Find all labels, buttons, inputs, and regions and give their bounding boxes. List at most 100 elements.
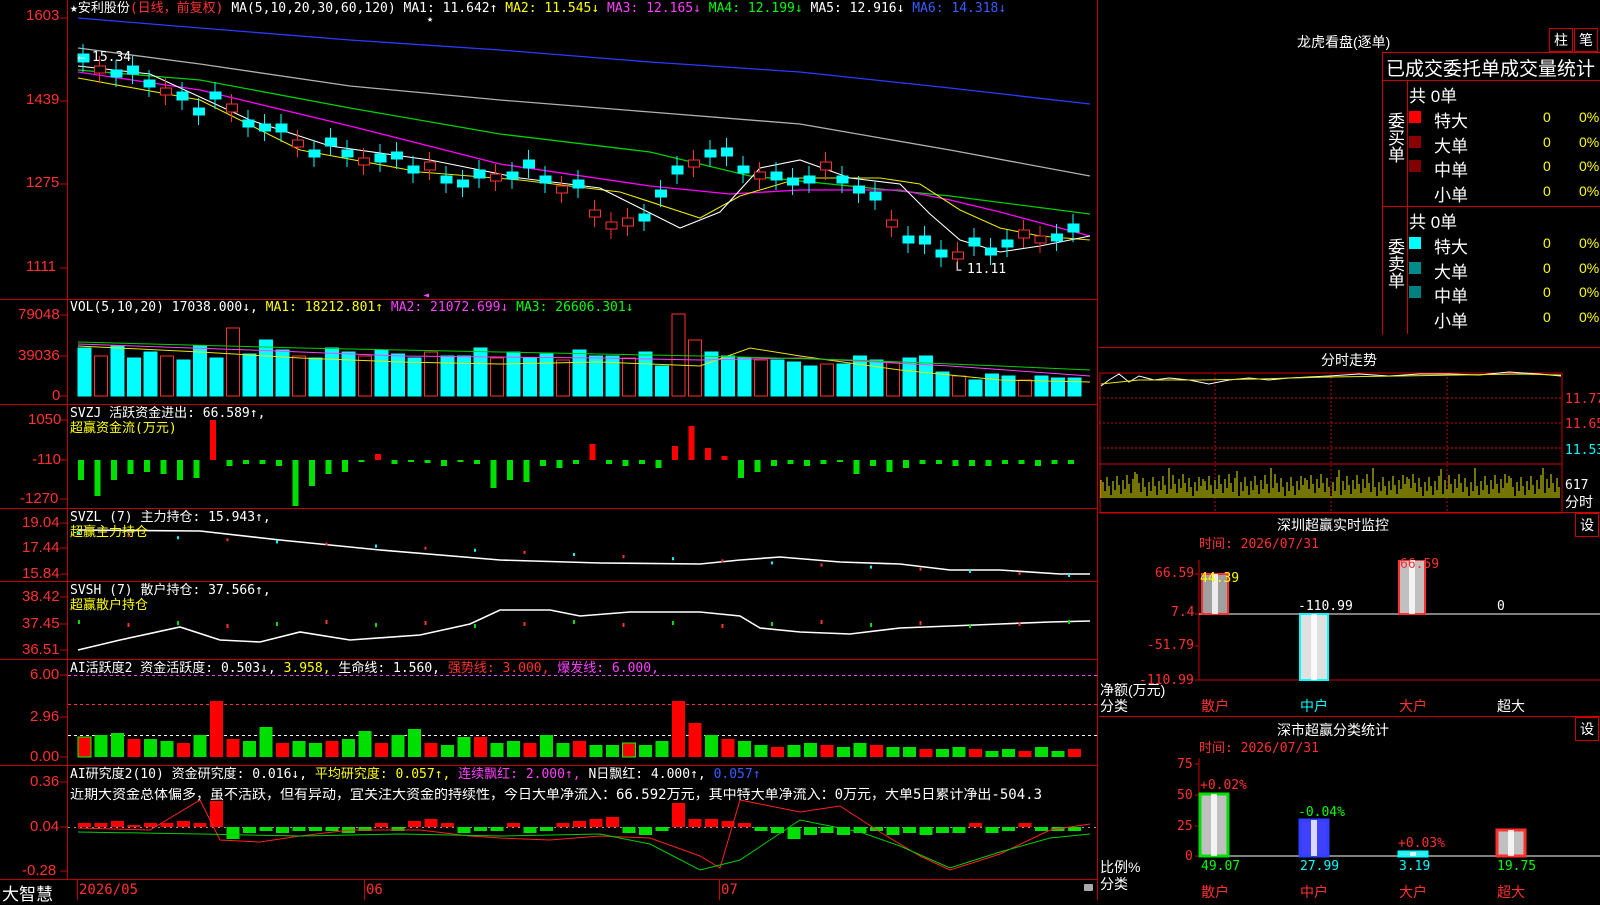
retail-marker	[424, 621, 427, 625]
brand-label[interactable]: 大智慧	[2, 880, 53, 905]
activity-bar	[606, 745, 619, 757]
fund-flow-bar	[309, 460, 315, 486]
candle	[143, 79, 156, 88]
fund-flow-bar	[210, 420, 216, 460]
research-bar	[936, 827, 949, 833]
research-bar	[424, 819, 438, 827]
date-label-1: 2026/05	[79, 882, 139, 898]
high-annotation: 15.34	[92, 50, 132, 65]
stock-name[interactable]: ★安利股份	[70, 1, 130, 16]
vol-axis-2: 39036	[18, 347, 60, 364]
ai-active-header: AI活跃度2 资金活跃度: 0.503↓, 3.958, 生命线: 1.560,…	[70, 661, 659, 676]
tab-tick[interactable]: 笔	[1574, 28, 1598, 52]
svzl-axis-1: 19.04	[22, 514, 60, 531]
svg-text:←: ←	[77, 50, 85, 66]
candle	[935, 249, 948, 258]
row-name: 特大	[1434, 238, 1468, 257]
candle	[803, 175, 816, 184]
order-row: 中单 0 0%	[1409, 156, 1599, 180]
research-bar	[507, 823, 520, 827]
activity-bar	[144, 739, 157, 757]
tab-bar[interactable]: 柱	[1549, 28, 1573, 52]
research-bar	[474, 827, 487, 831]
fund-flow-bar	[985, 460, 992, 466]
fund-flow-bar	[490, 460, 497, 488]
volume-bar	[1067, 377, 1082, 397]
volume-bar	[968, 379, 983, 397]
lock-icon[interactable]	[1084, 884, 1093, 891]
holding-marker	[276, 540, 278, 544]
vol-ma2: MA2: 21072.699↓	[390, 300, 509, 315]
candle	[853, 185, 865, 194]
fund-flow-bar	[721, 456, 728, 460]
intraday-chart[interactable]	[1099, 368, 1600, 518]
fund-flow-bar	[540, 460, 546, 466]
fund-flow-bar	[358, 460, 365, 462]
activity-bar	[952, 747, 966, 757]
candle	[968, 237, 981, 247]
research-bar	[870, 827, 883, 831]
activity-bar	[754, 745, 768, 757]
intraday-time-label: 分时	[1565, 494, 1593, 510]
research-bar	[226, 827, 240, 839]
period-label[interactable]: (日线，前复权)	[130, 1, 224, 16]
research-bar	[540, 827, 553, 831]
holding-marker	[424, 546, 427, 550]
monitor-axis-1: 66.59	[1155, 566, 1195, 581]
activity-bar	[985, 751, 999, 757]
volume-bar	[688, 339, 702, 397]
fund-flow-bar	[804, 460, 810, 466]
holding-marker	[969, 569, 971, 573]
color-swatch	[1409, 310, 1421, 323]
volume-bar	[803, 365, 818, 397]
volume-bar	[473, 347, 488, 397]
class-settings-button[interactable]: 设	[1575, 717, 1599, 741]
color-swatch	[1409, 286, 1421, 298]
activity-bar	[639, 745, 652, 757]
retail-marker	[325, 620, 328, 624]
research-bar	[804, 827, 817, 835]
fund-flow-bar	[622, 460, 629, 466]
ma5-value: MA5: 12.916↓	[810, 1, 905, 16]
class-change-3: +0.03%	[1398, 836, 1445, 851]
row-count: 0	[1543, 259, 1551, 276]
activity-bar	[540, 735, 553, 757]
candle	[952, 251, 964, 260]
candle	[622, 217, 634, 227]
intraday-axis-3: 11.53	[1565, 443, 1600, 458]
candle	[754, 171, 766, 180]
candle	[572, 179, 585, 189]
candle	[110, 69, 123, 78]
holding-marker	[573, 553, 575, 556]
candle	[308, 149, 321, 158]
svzl-axis-2: 17.44	[22, 539, 60, 556]
fund-flow-bar	[837, 460, 843, 462]
class-change-1: +0.02%	[1200, 778, 1247, 793]
volume-bar	[341, 351, 356, 397]
class-axis-4: 0	[1185, 849, 1193, 864]
activity-bar	[936, 749, 949, 757]
svzl-title: SVZL (7) 主力持仓: 15.943↑,	[70, 510, 271, 525]
activity-bar	[391, 735, 405, 757]
ma3-line	[77, 71, 1091, 237]
fund-flow-bar	[1051, 460, 1058, 464]
ma3-value: MA3: 12.165↓	[607, 1, 701, 16]
row-count: 0	[1543, 109, 1551, 125]
fund-flow-bar	[688, 426, 695, 460]
candle	[787, 177, 799, 186]
volume-bar	[160, 355, 174, 397]
retail-marker	[226, 624, 229, 628]
sell-orders-label: 委卖单	[1385, 238, 1404, 289]
main-chart-area[interactable]: ← └ ★ ◄ ★安利股份(日线，前复权) MA(5,10,20,30,60,1…	[0, 0, 1098, 904]
volume-bar	[127, 357, 141, 397]
monitor-xlabel: 分类	[1100, 698, 1128, 714]
volume-bar	[440, 355, 455, 397]
activity-bar	[441, 745, 454, 757]
research-bar	[903, 827, 916, 833]
date-label-2: 06	[366, 882, 383, 898]
candle	[193, 107, 205, 116]
activity-bar	[193, 735, 207, 757]
monitor-settings-button[interactable]: 设	[1575, 513, 1599, 537]
vol-header: VOL(5,10,20) 17038.000↓, MA1: 18212.801↑…	[70, 300, 634, 315]
fund-flow-bar	[507, 460, 513, 480]
